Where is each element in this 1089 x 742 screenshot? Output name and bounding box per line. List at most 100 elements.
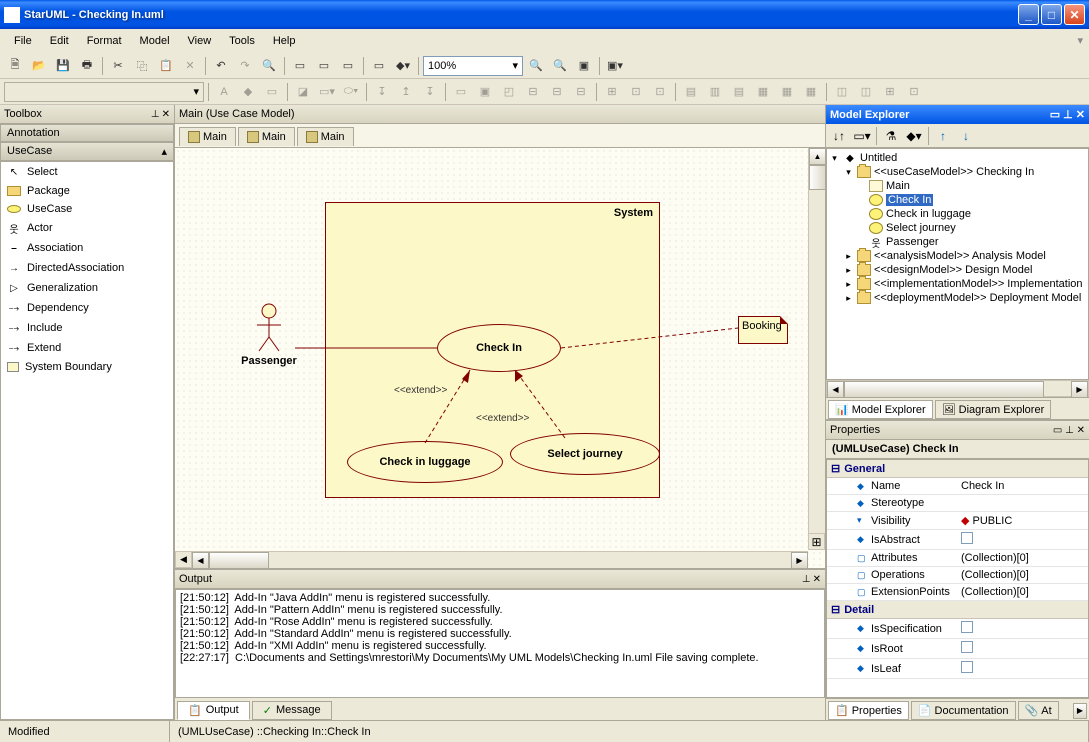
exp-sort-icon[interactable]: ↓↑	[828, 125, 850, 147]
al-c-icon[interactable]: ▥	[704, 81, 726, 103]
border-icon[interactable]: ▭	[261, 81, 283, 103]
tool-include[interactable]: ⤍Include	[1, 318, 173, 338]
al-m-icon[interactable]: ▦	[776, 81, 798, 103]
open-icon[interactable]: 📂	[28, 55, 50, 77]
diagram-canvas[interactable]: System Passenger Check In Check in lugga…	[175, 148, 825, 568]
exp-filter-icon[interactable]: ⚗	[880, 125, 902, 147]
undo-icon[interactable]: ↶	[210, 55, 232, 77]
output-pin-icon[interactable]: ⊥	[802, 574, 811, 585]
prop-row-isspec[interactable]: ◆IsSpecification	[827, 619, 1088, 639]
redo-icon[interactable]: ↷	[234, 55, 256, 77]
prop-row-isroot[interactable]: ◆IsRoot	[827, 639, 1088, 659]
stereo-icon[interactable]: ⬭▾	[340, 81, 362, 103]
copy-icon[interactable]: ⿻	[131, 55, 153, 77]
tab-documentation[interactable]: 📄Documentation	[911, 701, 1016, 720]
toolbox-section-usecase[interactable]: UseCase▴	[0, 142, 174, 161]
bucket-icon[interactable]: ◆	[237, 81, 259, 103]
output-tab-output[interactable]: 📋Output	[177, 701, 250, 720]
checkbox-icon[interactable]	[961, 661, 973, 673]
group-icon[interactable]: ▭	[450, 81, 472, 103]
dist-h-icon[interactable]: ⊟	[546, 81, 568, 103]
tree-design[interactable]: ▸<<designModel>> Design Model	[829, 263, 1086, 277]
usecase-journey[interactable]: Select journey	[510, 433, 660, 475]
fmt1-icon[interactable]: ⊞	[601, 81, 623, 103]
menu-tools[interactable]: Tools	[221, 32, 263, 50]
diagram-tab-1[interactable]: Main	[179, 127, 236, 146]
props-tabs-scroll-icon[interactable]: ▶	[1073, 703, 1087, 719]
checkbox-icon[interactable]	[961, 532, 973, 544]
tree-checkin[interactable]: Check In	[829, 193, 1086, 207]
vscroll-thumb[interactable]	[809, 165, 825, 190]
prop-row-visibility[interactable]: ▾Visibility◆ PUBLIC	[827, 512, 1088, 530]
al-r-icon[interactable]: ▤	[728, 81, 750, 103]
checkbox-icon[interactable]	[961, 621, 973, 633]
menu-file[interactable]: File	[6, 32, 40, 50]
tool-directed-association[interactable]: →DirectedAssociation	[1, 258, 173, 278]
lock-icon[interactable]: ▭▾	[316, 81, 338, 103]
prop-row-name[interactable]: ◆NameCheck In	[827, 478, 1088, 495]
scroll-right-icon[interactable]: ▶	[791, 552, 808, 568]
menu-edit[interactable]: Edit	[42, 32, 77, 50]
toolbox-section-annotation[interactable]: Annotation	[0, 124, 174, 142]
tool-system-boundary[interactable]: System Boundary	[1, 358, 173, 376]
dist-v-icon[interactable]: ⊟	[570, 81, 592, 103]
output-close-icon[interactable]: ✕	[813, 574, 821, 585]
tab-model-explorer[interactable]: 📊Model Explorer	[828, 400, 933, 419]
exp-refresh-icon[interactable]: ◆▾	[903, 125, 925, 147]
diag-icon-2[interactable]: ▭	[313, 55, 335, 77]
scroll-up-icon[interactable]: ▲	[809, 148, 825, 165]
toolbox-pin-icon[interactable]: ⊥	[151, 109, 160, 120]
misc-icon[interactable]: ▣▾	[604, 55, 626, 77]
menu-view[interactable]: View	[180, 32, 220, 50]
props-group-general[interactable]: ⊟General	[827, 460, 1088, 478]
tree-hscroll[interactable]: ◀ ▶	[826, 380, 1089, 397]
print-icon[interactable]: 🖶	[76, 55, 98, 77]
minimize-button[interactable]: _	[1018, 4, 1039, 25]
font-combo[interactable]: ▾	[4, 82, 204, 102]
tool-usecase[interactable]: UseCase	[1, 200, 173, 218]
ungroup-icon[interactable]: ▣	[474, 81, 496, 103]
delete-icon[interactable]: ✕	[179, 55, 201, 77]
prop-row-stereotype[interactable]: ◆Stereotype	[827, 495, 1088, 512]
tree-usecase-model[interactable]: ▾<<useCaseModel>> Checking In	[829, 165, 1086, 179]
actor-passenger[interactable]: Passenger	[239, 303, 299, 367]
prop-row-isleaf[interactable]: ◆IsLeaf	[827, 659, 1088, 679]
tab-properties[interactable]: 📋Properties	[828, 701, 909, 720]
canvas-nav-icon[interactable]: ◀	[175, 551, 192, 568]
fmt2-icon[interactable]: ⊡	[625, 81, 647, 103]
toolbox-close-icon[interactable]: ✕	[162, 109, 170, 120]
al-l-icon[interactable]: ▤	[680, 81, 702, 103]
canvas-vscroll[interactable]: ▲ ▼	[808, 148, 825, 550]
menu-overflow-icon[interactable]: ▾	[1077, 34, 1083, 47]
zoom-in-icon[interactable]: 🔍	[525, 55, 547, 77]
output-tab-message[interactable]: ✓Message	[252, 701, 332, 720]
sz3-icon[interactable]: ⊞	[879, 81, 901, 103]
hscroll-thumb[interactable]	[209, 552, 269, 568]
align2-icon[interactable]: ↥	[395, 81, 417, 103]
usecase-luggage[interactable]: Check in luggage	[347, 441, 503, 483]
al-t-icon[interactable]: ▦	[752, 81, 774, 103]
checkbox-icon[interactable]	[961, 641, 973, 653]
tree-main[interactable]: Main	[829, 179, 1086, 193]
tree-luggage[interactable]: Check in luggage	[829, 207, 1086, 221]
exp-view-icon[interactable]: ▭▾	[851, 125, 873, 147]
sz4-icon[interactable]: ⊡	[903, 81, 925, 103]
exp-up-icon[interactable]: ↑	[932, 125, 954, 147]
tree-impl[interactable]: ▸<<implementationModel>> Implementation	[829, 277, 1086, 291]
tool-actor[interactable]: 웃Actor	[1, 218, 173, 238]
properties-window-icons[interactable]: ▭ ⊥ ✕	[1053, 425, 1085, 436]
tool-generalization[interactable]: ▷Generalization	[1, 278, 173, 298]
menu-model[interactable]: Model	[132, 32, 178, 50]
sz2-icon[interactable]: ◫	[855, 81, 877, 103]
zoom-combo[interactable]: 100%▾	[423, 56, 523, 76]
diagram-tab-3[interactable]: Main	[297, 127, 354, 146]
font-color-icon[interactable]: A	[213, 81, 235, 103]
diag-icon-3[interactable]: ▭	[337, 55, 359, 77]
prop-row-operations[interactable]: ▢Operations(Collection)[0]	[827, 567, 1088, 584]
new-icon[interactable]: 🗎	[4, 55, 26, 77]
zoom-fit-icon[interactable]: ▣	[573, 55, 595, 77]
diag-icon-4[interactable]: ▭	[368, 55, 390, 77]
tree-analysis[interactable]: ▸<<analysisModel>> Analysis Model	[829, 249, 1086, 263]
explorer-window-icons[interactable]: ▭ ⊥ ✕	[1050, 108, 1085, 121]
tool-extend[interactable]: ⤍Extend	[1, 338, 173, 358]
